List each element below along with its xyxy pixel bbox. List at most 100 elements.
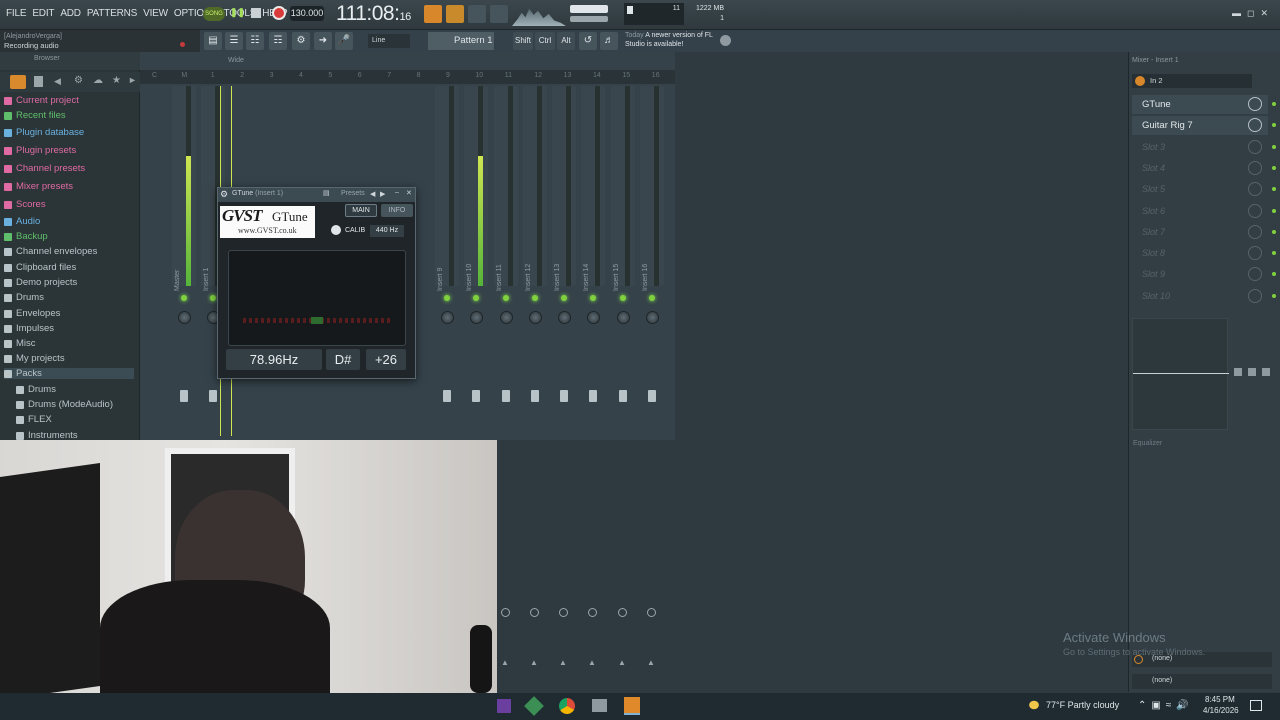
shift-button[interactable]: Shift <box>513 32 533 50</box>
volume-fader[interactable] <box>648 390 656 402</box>
wait-icon[interactable] <box>446 5 464 23</box>
pan-knob[interactable] <box>470 311 483 324</box>
browser-options-icon[interactable] <box>10 75 26 89</box>
pan-knob[interactable] <box>646 311 659 324</box>
mix-knob-icon[interactable] <box>1248 97 1262 111</box>
mix-knob-icon[interactable] <box>1248 118 1262 133</box>
effect-slot[interactable]: Slot 5 <box>1132 180 1276 199</box>
effect-slot[interactable]: GTune <box>1132 95 1276 114</box>
channel-active-led[interactable] <box>590 295 596 301</box>
channel-active-led[interactable] <box>532 295 538 301</box>
browser-item[interactable]: Clipboard files <box>4 262 76 273</box>
browser-item[interactable]: Drums (ModeAudio) <box>16 399 113 410</box>
volume-fader[interactable] <box>502 390 510 402</box>
network-icon[interactable]: ▣ <box>1151 700 1165 711</box>
mixer-channel[interactable]: Insert 16 <box>640 86 664 436</box>
metronome-icon[interactable] <box>424 5 442 23</box>
route-arrow-icon[interactable]: ▲ <box>588 658 596 667</box>
send-knob[interactable] <box>501 608 510 617</box>
volume-fader[interactable] <box>619 390 627 402</box>
mixer-icon[interactable]: ☶ <box>269 32 287 50</box>
menu-patterns[interactable]: PATTERNS <box>87 8 137 19</box>
browser-more-icon[interactable]: ► <box>128 75 137 85</box>
browser-back-icon[interactable]: ◀ <box>54 76 61 87</box>
browser-item[interactable]: My projects <box>4 353 65 364</box>
route-arrow-icon[interactable]: ▲ <box>618 658 626 667</box>
undo-icon[interactable]: ↺ <box>579 32 597 50</box>
chrome-icon[interactable] <box>559 698 575 714</box>
volume-icon[interactable]: 🔊 <box>1176 700 1193 711</box>
channel-active-led[interactable] <box>210 295 216 301</box>
volume-fader[interactable] <box>472 390 480 402</box>
volume-fader[interactable] <box>443 390 451 402</box>
gtune-prev-icon[interactable]: ◀ <box>370 190 375 198</box>
browser-item[interactable]: Misc <box>4 338 36 349</box>
mixer-channel[interactable]: Insert 13 <box>552 86 576 436</box>
fl-studio-icon[interactable] <box>624 697 640 715</box>
clock-time[interactable]: 8:45 PM <box>1205 695 1235 704</box>
mix-knob-icon[interactable] <box>1248 139 1262 154</box>
volume-fader[interactable] <box>560 390 568 402</box>
mixer-channel[interactable]: Insert 14 <box>581 86 605 436</box>
channel-active-led[interactable] <box>473 295 479 301</box>
stop-button[interactable] <box>251 8 261 18</box>
maximize-icon[interactable]: ◻ <box>1247 8 1254 20</box>
mixer-channel[interactable]: Insert 12 <box>523 86 547 436</box>
microphone-icon[interactable]: 🎤 <box>335 32 353 50</box>
browser-item[interactable]: Demo projects <box>4 277 77 288</box>
menu-file[interactable]: FILE <box>6 8 27 19</box>
eq-fader-2[interactable] <box>1248 368 1256 376</box>
gtune-close-icon[interactable]: ✕ <box>406 189 412 197</box>
mix-knob-icon[interactable] <box>1248 160 1262 175</box>
song-mode-toggle[interactable]: SONG <box>203 7 225 21</box>
countdown-icon[interactable] <box>468 5 486 23</box>
mix-knob-icon[interactable] <box>1248 182 1262 197</box>
output-select-2[interactable]: (none) <box>1132 674 1272 689</box>
loop-icon[interactable] <box>490 5 508 23</box>
eq-fader-1[interactable] <box>1234 368 1242 376</box>
gtune-titlebar[interactable]: ⚙ GTune (Insert 1) ▤ Presets ◀ ▶ – ✕ <box>218 188 415 202</box>
browser-item[interactable]: Audio <box>4 216 40 227</box>
browser-item[interactable]: FLEX <box>16 414 52 425</box>
master-volume-slider[interactable] <box>570 5 608 13</box>
browser-star-icon[interactable]: ★ <box>112 75 121 86</box>
mix-knob-icon[interactable] <box>1248 288 1262 303</box>
slot-power-led[interactable] <box>1272 229 1276 234</box>
browser-file-icon[interactable] <box>34 76 43 87</box>
send-knob[interactable] <box>618 608 627 617</box>
ctrl-button[interactable]: Ctrl <box>535 32 555 50</box>
browser-item[interactable]: Current project <box>4 95 79 106</box>
gtune-gear-icon[interactable]: ⚙ <box>220 189 228 200</box>
browser-item[interactable]: Drums <box>16 384 56 395</box>
input-select[interactable]: In 2 <box>1132 74 1252 88</box>
mixer-channel[interactable]: Insert 10 <box>464 86 488 436</box>
channel-active-led[interactable] <box>444 295 450 301</box>
browser-sync-icon[interactable]: ☁ <box>93 75 103 86</box>
pan-knob[interactable] <box>178 311 191 324</box>
channel-active-led[interactable] <box>181 295 187 301</box>
close-icon[interactable]: ✕ <box>1260 8 1268 20</box>
pan-knob[interactable] <box>558 311 571 324</box>
channel-active-led[interactable] <box>620 295 626 301</box>
pattern-select[interactable]: Pattern 1 <box>428 32 494 50</box>
pan-knob[interactable] <box>529 311 542 324</box>
pause-icon[interactable]: ❚❚ <box>230 7 245 21</box>
menu-add[interactable]: ADD <box>60 8 81 19</box>
effect-slot[interactable]: Slot 3 <box>1132 138 1276 157</box>
online-icon[interactable] <box>720 35 731 46</box>
taskbar-app-1-icon[interactable] <box>497 699 511 713</box>
news-panel[interactable]: Today A newer version of FL Studio is av… <box>625 31 717 51</box>
browser-gear-icon[interactable]: ⚙ <box>74 75 83 86</box>
browser-item[interactable]: Channel envelopes <box>4 246 97 257</box>
eq-fader-3[interactable] <box>1262 368 1270 376</box>
gtune-next-icon[interactable]: ▶ <box>380 190 385 198</box>
browser-item[interactable]: Impulses <box>4 323 54 334</box>
slot-power-led[interactable] <box>1272 144 1276 149</box>
browser-item[interactable]: Plugin presets <box>4 145 76 156</box>
mix-knob-icon[interactable] <box>1248 203 1262 218</box>
channel-active-led[interactable] <box>503 295 509 301</box>
arrow-icon[interactable]: ➜ <box>314 32 332 50</box>
send-knob[interactable] <box>588 608 597 617</box>
piano-icon[interactable]: ♬ <box>600 32 618 50</box>
effect-slot[interactable]: Slot 9 <box>1132 265 1276 284</box>
